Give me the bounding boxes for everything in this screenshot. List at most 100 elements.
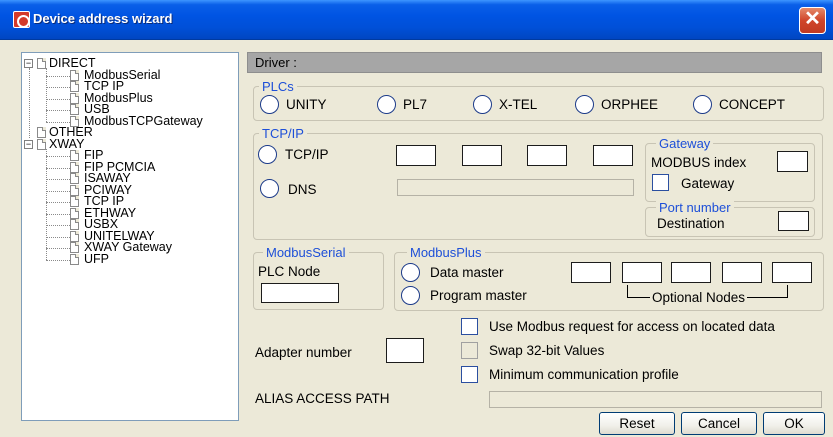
tree-connector <box>46 167 70 169</box>
optional-node-4-input[interactable] <box>722 262 762 283</box>
adapter-number-input[interactable] <box>386 338 424 363</box>
ip-octet-3-input[interactable] <box>527 145 567 166</box>
radio-unity[interactable] <box>260 95 279 114</box>
tree-connector <box>46 87 70 88</box>
tree-connector <box>46 148 47 260</box>
use-modbus-checkbox[interactable] <box>461 318 478 335</box>
tree-connector <box>46 259 70 261</box>
tree-connector <box>46 236 70 238</box>
use-modbus-label: Use Modbus request for access on located… <box>489 319 775 334</box>
modbus-serial-legend: ModbusSerial <box>263 245 349 260</box>
min-comm-profile-checkbox[interactable] <box>461 366 478 383</box>
folder-doc-icon <box>37 127 46 138</box>
radio-dns-label: DNS <box>288 182 317 197</box>
window-title: Device address wizard <box>33 11 173 26</box>
device-tree[interactable]: − DIRECT ModbusSerial TCP IP ModbusPlus USB Mo… <box>21 52 239 421</box>
radio-data-master-label: Data master <box>430 265 504 280</box>
adapter-number-label: Adapter number <box>255 345 352 360</box>
ip-octet-1-input[interactable] <box>396 145 436 166</box>
radio-orphee-label: ORPHEE <box>601 97 659 112</box>
tree-connector <box>46 121 70 123</box>
document-icon <box>70 207 79 219</box>
radio-dns[interactable] <box>260 179 279 198</box>
document-icon <box>70 253 79 265</box>
document-icon <box>70 173 79 184</box>
optional-node-2-input[interactable] <box>622 262 662 283</box>
gateway-checkbox[interactable] <box>652 174 669 191</box>
tree-connector <box>29 68 30 138</box>
close-button[interactable]: ✕ <box>799 7 826 34</box>
radio-program-master-label: Program master <box>430 288 527 303</box>
radio-xtel-label: X-TEL <box>499 97 538 112</box>
document-icon <box>70 150 79 161</box>
swap-32bit-label: Swap 32-bit Values <box>489 343 605 358</box>
modbus-plus-legend: ModbusPlus <box>407 245 485 260</box>
tree-connector <box>46 179 70 180</box>
optional-node-3-input[interactable] <box>671 262 711 283</box>
tree-leaf[interactable]: UFP <box>22 251 238 266</box>
tree-connector <box>46 68 47 122</box>
plcs-legend: PLCs <box>259 79 297 94</box>
radio-tcpip-label: TCP/IP <box>285 147 329 162</box>
collapse-toggle-icon[interactable]: − <box>24 59 33 68</box>
plc-node-input[interactable] <box>261 283 339 303</box>
document-icon <box>70 161 79 173</box>
tree-connector <box>46 248 70 249</box>
tree-connector <box>46 225 70 226</box>
document-icon <box>70 242 79 253</box>
radio-data-master[interactable] <box>401 263 420 282</box>
document-icon <box>70 184 79 196</box>
tree-connector <box>46 213 70 215</box>
document-icon <box>70 196 79 207</box>
driver-bar: Driver : <box>247 52 822 73</box>
tree-connector <box>46 190 70 192</box>
optional-node-1-input[interactable] <box>571 262 611 283</box>
radio-orphee[interactable] <box>575 95 594 114</box>
wizard-app-icon <box>13 11 30 28</box>
ip-octet-4-input[interactable] <box>593 145 633 166</box>
tree-connector <box>46 156 70 157</box>
optional-nodes-label: Optional Nodes <box>650 290 748 306</box>
tree-connector <box>46 98 70 100</box>
swap-32bit-checkbox[interactable] <box>461 342 478 359</box>
document-icon <box>70 104 79 115</box>
radio-unity-label: UNITY <box>286 97 327 112</box>
dns-input[interactable] <box>397 179 634 196</box>
reset-button[interactable]: Reset <box>599 412 675 435</box>
driver-label: Driver : <box>255 55 297 70</box>
radio-concept-label: CONCEPT <box>719 97 786 112</box>
min-comm-profile-label: Minimum communication profile <box>489 367 679 382</box>
plc-node-label: PLC Node <box>258 264 321 279</box>
cancel-button[interactable]: Cancel <box>681 412 757 435</box>
tcpip-legend: TCP/IP <box>259 126 307 141</box>
alias-access-path-label: ALIAS ACCESS PATH <box>255 391 390 406</box>
radio-xtel[interactable] <box>473 95 492 114</box>
optional-node-5-input[interactable] <box>772 262 812 283</box>
modbus-index-label: MODBUS index <box>651 155 747 170</box>
destination-input[interactable] <box>778 211 809 231</box>
radio-pl7[interactable] <box>377 95 396 114</box>
collapse-toggle-icon[interactable]: − <box>24 139 33 149</box>
document-icon <box>70 219 79 230</box>
document-icon <box>70 230 79 242</box>
destination-label: Destination <box>657 216 725 231</box>
ok-button[interactable]: OK <box>763 412 825 435</box>
radio-tcpip[interactable] <box>258 145 277 164</box>
document-icon <box>70 81 79 92</box>
folder-doc-icon <box>37 138 46 150</box>
gateway-checkbox-label: Gateway <box>681 176 735 191</box>
port-number-legend: Port number <box>656 200 734 215</box>
title-bar: Device address wizard ✕ <box>0 0 833 40</box>
modbus-index-input[interactable] <box>777 151 808 172</box>
tree-connector <box>46 110 70 111</box>
alias-access-path-input[interactable] <box>489 391 822 408</box>
tree-connector <box>46 75 70 77</box>
radio-program-master[interactable] <box>401 286 420 305</box>
radio-concept[interactable] <box>693 95 712 114</box>
tree-connector <box>46 202 70 203</box>
folder-doc-icon <box>37 58 46 69</box>
radio-pl7-label: PL7 <box>403 97 428 112</box>
gateway-legend: Gateway <box>656 136 714 151</box>
ip-octet-2-input[interactable] <box>462 145 502 166</box>
tree-leaf-label: UFP <box>84 251 109 266</box>
